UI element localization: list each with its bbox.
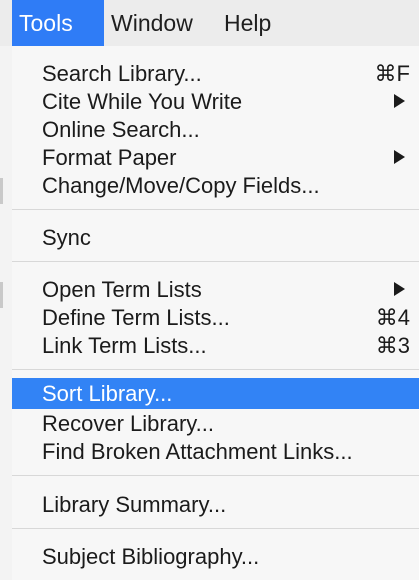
menu-item-sort-library[interactable]: Sort Library...	[12, 378, 419, 409]
menu-item-recover-library[interactable]: Recover Library...	[12, 408, 419, 439]
menu-item-change-move-copy-fields[interactable]: Change/Move/Copy Fields...	[12, 170, 419, 201]
menu-item-label: Recover Library...	[42, 411, 214, 436]
menubar-help[interactable]: Help	[224, 0, 271, 46]
menubar-tools[interactable]: Tools	[12, 0, 104, 46]
menu-item-label: Subject Bibliography...	[42, 544, 260, 569]
menu-item-format-paper[interactable]: Format Paper	[12, 142, 419, 173]
menu-item-define-term-lists[interactable]: Define Term Lists... ⌘4	[12, 302, 419, 333]
submenu-arrow-icon	[394, 94, 405, 108]
menu-item-label: Sync	[42, 225, 91, 250]
edge-mark	[0, 282, 3, 308]
menu-item-label: Open Term Lists	[42, 277, 202, 302]
menu-item-library-summary[interactable]: Library Summary...	[12, 489, 419, 520]
menu-item-search-library[interactable]: Search Library... ⌘F	[12, 58, 419, 89]
background-window-edge	[0, 46, 12, 580]
menu-item-find-broken-attachment-links[interactable]: Find Broken Attachment Links...	[12, 436, 419, 467]
menu-item-label: Search Library...	[42, 61, 202, 86]
menu-item-subject-bibliography[interactable]: Subject Bibliography...	[12, 541, 419, 572]
menu-separator	[12, 261, 419, 262]
menu-bar: Tools Window Help	[0, 0, 419, 47]
tools-menu: Search Library... ⌘F Cite While You Writ…	[12, 46, 419, 580]
submenu-arrow-icon	[394, 282, 405, 296]
shortcut-label: ⌘F	[374, 61, 410, 86]
menu-item-link-term-lists[interactable]: Link Term Lists... ⌘3	[12, 330, 419, 361]
menu-item-label: Format Paper	[42, 145, 177, 170]
menu-separator	[12, 528, 419, 529]
menu-item-label: Sort Library...	[42, 381, 173, 406]
menu-item-label: Change/Move/Copy Fields...	[42, 173, 320, 198]
menu-item-sync[interactable]: Sync	[12, 222, 419, 253]
menu-item-online-search[interactable]: Online Search...	[12, 114, 419, 145]
menu-item-label: Online Search...	[42, 117, 200, 142]
menu-item-label: Link Term Lists...	[42, 333, 207, 358]
menu-item-open-term-lists[interactable]: Open Term Lists	[12, 274, 419, 305]
menu-item-label: Cite While You Write	[42, 89, 243, 114]
menu-item-label: Define Term Lists...	[42, 305, 230, 330]
menu-separator	[12, 475, 419, 476]
menu-item-label: Find Broken Attachment Links...	[42, 439, 353, 464]
menu-separator	[12, 209, 419, 210]
shortcut-label: ⌘3	[375, 333, 410, 358]
menu-item-label: Library Summary...	[42, 492, 227, 517]
menu-item-cite-while-you-write[interactable]: Cite While You Write	[12, 86, 419, 117]
menu-separator	[12, 369, 419, 370]
edge-mark	[0, 178, 3, 204]
menubar-window[interactable]: Window	[111, 0, 193, 46]
shortcut-label: ⌘4	[375, 305, 410, 330]
submenu-arrow-icon	[394, 150, 405, 164]
